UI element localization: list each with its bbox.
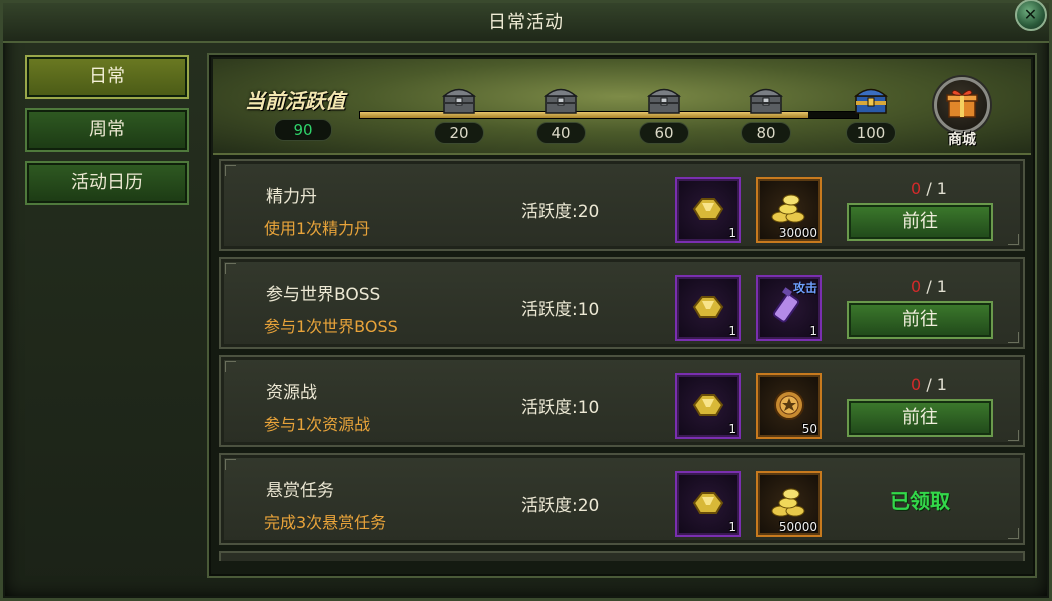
gold-ingot-icon [692,492,724,514]
activity-header: 当前活跃值 90 20 40 60 80 100 商城 [213,59,1031,155]
task-row: 参与世界BOSS 参与1次世界BOSS 活跃度:10 1 攻击 1 0 / 1 … [219,257,1025,349]
reward-slot[interactable]: 1 [675,373,741,439]
task-row: 悬赏任务 完成3次悬赏任务 活跃度:20 1 50000 已领取 [219,453,1025,545]
title-bar: 日常活动 ✕ [3,0,1049,43]
tab-event-calendar[interactable]: 活动日历 [25,161,189,205]
task-name: 悬赏任务 [266,481,334,501]
reward-slot[interactable]: 攻击 1 [756,275,822,341]
milestone-label: 20 [434,122,484,144]
reward-slot[interactable]: 1 [675,177,741,243]
task-progress-total: / 1 [926,179,947,198]
task-points: 活跃度:10 [521,300,600,320]
task-points: 活跃度:10 [521,398,600,418]
gold-ingot-icon [692,198,724,220]
gold-coins-icon [771,488,805,517]
golden-chest-icon [853,88,889,114]
reward-qty: 30000 [778,226,817,240]
claimed-status: 已领取 [890,489,950,513]
tab-daily[interactable]: 日常 [25,55,189,99]
reward-slot[interactable]: 50 [756,373,822,439]
goto-button[interactable]: 前往 [847,203,993,241]
chest-icon [646,88,682,114]
chest-icon [441,88,477,114]
task-name: 资源战 [266,383,317,403]
activity-title: 当前活跃值 [245,89,345,113]
activity-value: 90 [274,119,332,141]
gold-ingot-icon [692,296,724,318]
gold-ingot-icon [692,394,724,416]
main-panel: 当前活跃值 90 20 40 60 80 100 商城 精力丹 使用1次精力丹 … [207,53,1037,578]
shop-button[interactable]: 商城 [930,77,994,148]
reward-slot[interactable]: 30000 [756,177,822,243]
reward-tag: 攻击 [792,281,817,295]
task-desc: 参与1次资源战 [264,415,371,434]
milestone-label: 40 [536,122,586,144]
gift-box-icon [946,89,978,118]
tab-weekly[interactable]: 周常 [25,108,189,152]
task-progress-current: 0 [911,277,922,296]
reward-qty: 1 [728,226,736,240]
task-row: 精力丹 使用1次精力丹 活跃度:20 1 30000 0 / 1 前往 [219,159,1025,251]
task-name: 参与世界BOSS [266,285,381,305]
task-progress: 0 / 1 [889,277,969,296]
window-title: 日常活动 [488,12,564,33]
reward-qty: 1 [809,324,817,338]
task-progress: 0 / 1 [889,179,969,198]
task-list: 精力丹 使用1次精力丹 活跃度:20 1 30000 0 / 1 前往 参与世界… [219,159,1027,561]
activity-progress-bar [359,111,859,119]
reward-qty: 1 [728,324,736,338]
reward-slot[interactable]: 1 [675,275,741,341]
task-points: 活跃度:20 [521,496,600,516]
reward-slot[interactable]: 50000 [756,471,822,537]
reward-slot[interactable]: 1 [675,471,741,537]
task-progress-total: / 1 [926,277,947,296]
goto-button[interactable]: 前往 [847,301,993,339]
milestone-label: 60 [639,122,689,144]
task-name: 精力丹 [266,187,317,207]
chest-icon [543,88,579,114]
milestone-label: 80 [741,122,791,144]
activity-progress-fill [360,112,808,118]
close-icon[interactable]: ✕ [1015,0,1047,31]
medal-coin-icon [774,390,804,420]
task-progress-current: 0 [911,179,922,198]
daily-activity-window: 日常活动 ✕ 日常 周常 活动日历 当前活跃值 90 20 40 60 80 1… [0,0,1052,601]
milestone-label: 100 [846,122,896,144]
reward-qty: 50000 [778,520,817,534]
task-desc: 完成3次悬赏任务 [264,513,387,532]
reward-qty: 50 [801,422,817,436]
task-desc: 参与1次世界BOSS [264,317,398,336]
task-points: 活跃度:20 [521,202,600,222]
shop-label: 商城 [948,132,976,148]
task-row: 资源战 参与1次资源战 活跃度:10 1 50 0 / 1 前往 [219,355,1025,447]
gold-coins-icon [771,194,805,223]
task-progress-current: 0 [911,375,922,394]
task-progress-total: / 1 [926,375,947,394]
task-desc: 使用1次精力丹 [264,219,371,238]
task-progress: 0 / 1 [889,375,969,394]
sidebar: 日常 周常 活动日历 [25,55,193,214]
reward-qty: 1 [728,422,736,436]
goto-button[interactable]: 前往 [847,399,993,437]
reward-qty: 1 [728,520,736,534]
task-row-partial [219,551,1025,561]
chest-icon [748,88,784,114]
